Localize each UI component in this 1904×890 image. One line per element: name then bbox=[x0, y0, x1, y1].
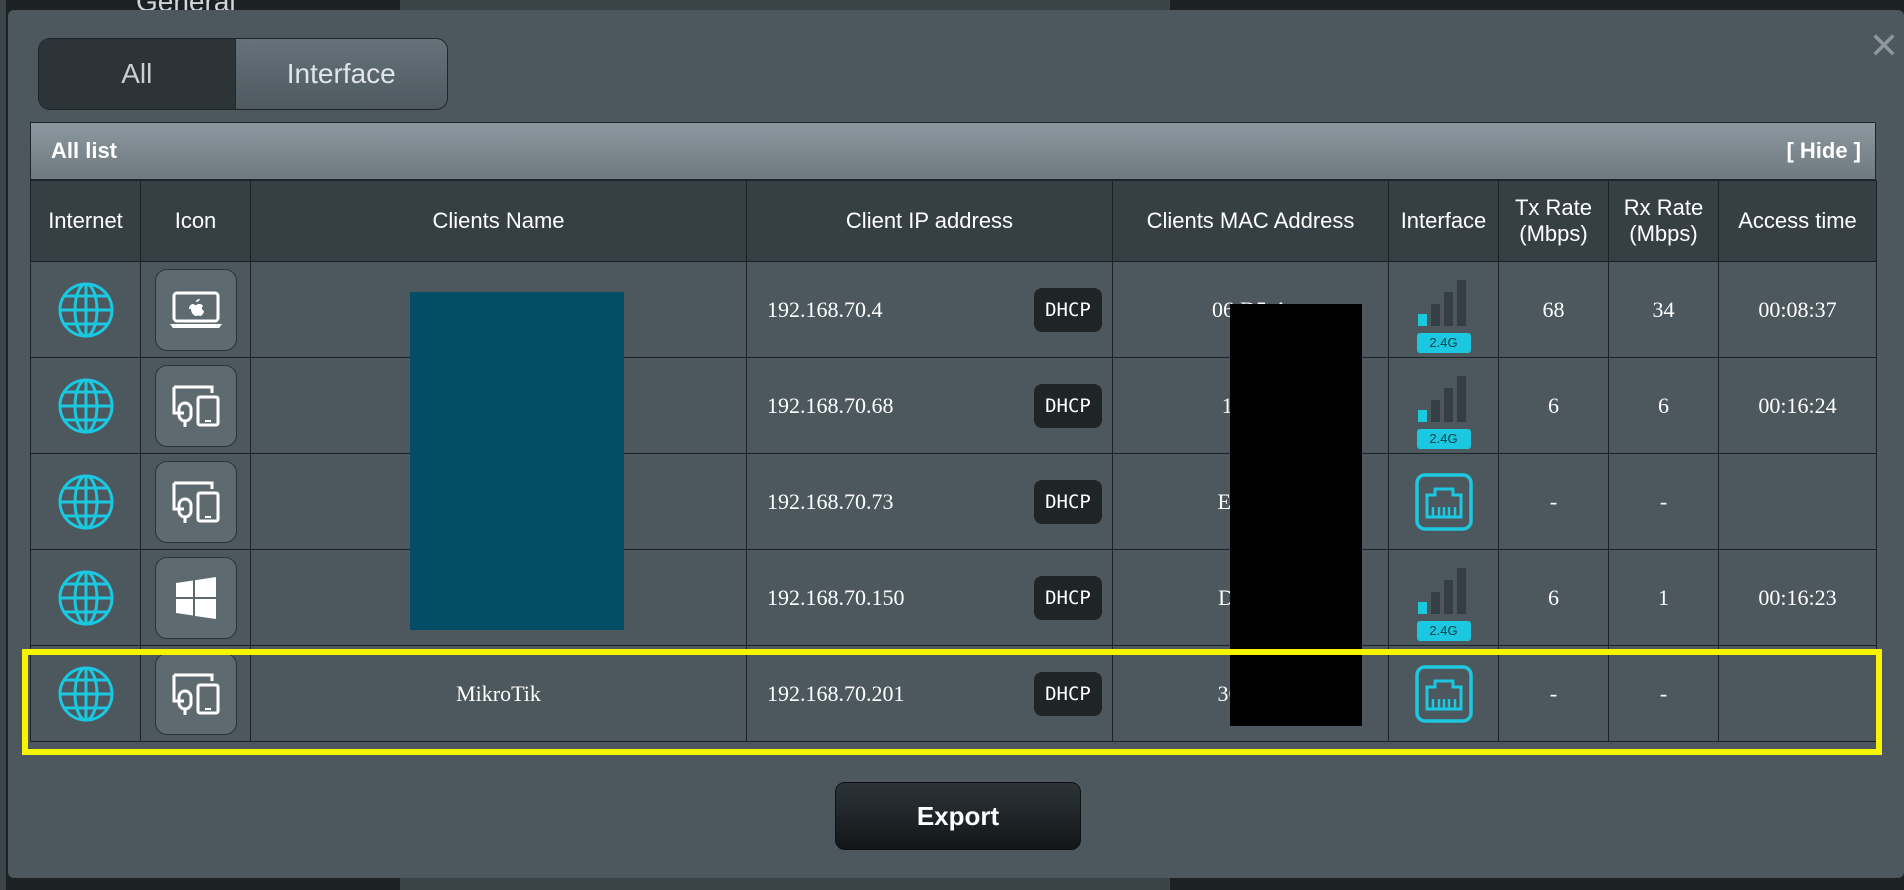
generic-device-icon[interactable] bbox=[154, 460, 237, 543]
interface-cell bbox=[1388, 453, 1499, 550]
interface-cell: 2.4G bbox=[1388, 549, 1499, 646]
list-title: All list bbox=[51, 138, 118, 163]
table-row[interactable]: 192.168.70.73DHCP EC:B5: - - bbox=[30, 453, 1877, 550]
column-header-access-time[interactable]: Access time bbox=[1718, 180, 1877, 262]
column-header-icon[interactable]: Icon bbox=[140, 180, 251, 262]
internet-cell bbox=[30, 645, 141, 742]
column-header-clients-name[interactable]: Clients Name bbox=[250, 180, 747, 262]
view-tabs: All Interface bbox=[38, 38, 448, 110]
table-header-row: Internet Icon Clients Name Client IP add… bbox=[30, 180, 1877, 262]
tx-rate-cell: - bbox=[1498, 645, 1609, 742]
client-ip-cell: 192.168.70.68 DHCP bbox=[746, 357, 1113, 454]
column-header-tx-rate[interactable]: Tx Rate (Mbps) bbox=[1498, 180, 1609, 262]
client-ip: 192.168.70.150 bbox=[767, 584, 905, 610]
interface-cell: 2.4G bbox=[1388, 261, 1499, 358]
tx-rate-cell: 6 bbox=[1498, 357, 1609, 454]
table-row[interactable]: 192.168.70.4DHCP 06:D5:A 2.4G 68 34 00:0… bbox=[30, 261, 1877, 358]
client-ip-cell: 192.168.70.201 DHCP bbox=[746, 645, 1113, 742]
background-panel-top bbox=[400, 0, 1170, 10]
background-panel-left bbox=[0, 0, 6, 890]
dhcp-badge: DHCP bbox=[1034, 479, 1102, 524]
globe-icon[interactable] bbox=[56, 376, 116, 436]
export-button[interactable]: Export bbox=[835, 782, 1081, 850]
column-header-client-ip[interactable]: Client IP address bbox=[746, 180, 1113, 262]
column-header-mac[interactable]: Clients MAC Address bbox=[1112, 180, 1389, 262]
internet-cell bbox=[30, 357, 141, 454]
client-ip: 192.168.70.73 bbox=[767, 488, 894, 514]
table-row[interactable]: 192.168.70.150DHCP DC:62: 2.4G 6 1 00:16… bbox=[30, 549, 1877, 646]
interface-cell: 2.4G bbox=[1388, 357, 1499, 454]
client-ip: 192.168.70.201 bbox=[767, 680, 905, 706]
ethernet-icon bbox=[1414, 472, 1473, 531]
interface-wifi: 2.4G bbox=[1389, 555, 1498, 641]
apple-laptop-icon[interactable] bbox=[154, 268, 237, 351]
interface-wifi: 2.4G bbox=[1389, 267, 1498, 353]
redacted-mac-addresses bbox=[1230, 304, 1362, 726]
icon-cell bbox=[140, 549, 251, 646]
client-ip: 192.168.70.4 bbox=[767, 296, 883, 322]
tx-rate-cell: - bbox=[1498, 453, 1609, 550]
rx-rate-cell: 1 bbox=[1608, 549, 1719, 646]
rx-rate-cell: 6 bbox=[1608, 357, 1719, 454]
wifi-signal-icon bbox=[1417, 567, 1466, 614]
rx-rate-cell: - bbox=[1608, 645, 1719, 742]
rx-rate-cell: 34 bbox=[1608, 261, 1719, 358]
client-ip-cell: 192.168.70.150 DHCP bbox=[746, 549, 1113, 646]
hide-button[interactable]: [ Hide ] bbox=[1786, 138, 1861, 164]
tx-rate-cell: 68 bbox=[1498, 261, 1609, 358]
list-header: All list [ Hide ] bbox=[30, 122, 1876, 180]
generic-device-icon[interactable] bbox=[154, 364, 237, 447]
generic-device-icon[interactable] bbox=[154, 652, 237, 735]
client-ip-cell: 192.168.70.73 DHCP bbox=[746, 453, 1113, 550]
windows-icon[interactable] bbox=[154, 556, 237, 639]
dhcp-badge: DHCP bbox=[1034, 575, 1102, 620]
column-header-interface[interactable]: Interface bbox=[1388, 180, 1499, 262]
clients-table: Internet Icon Clients Name Client IP add… bbox=[30, 180, 1877, 742]
column-header-internet[interactable]: Internet bbox=[30, 180, 141, 262]
wifi-signal-icon bbox=[1417, 279, 1466, 326]
icon-cell bbox=[140, 453, 251, 550]
internet-cell bbox=[30, 549, 141, 646]
close-icon[interactable]: ✕ bbox=[1864, 26, 1904, 66]
access-time-cell bbox=[1718, 645, 1877, 742]
access-time-cell: 00:16:23 bbox=[1718, 549, 1877, 646]
globe-icon[interactable] bbox=[56, 568, 116, 628]
background-panel-bottom bbox=[400, 878, 1170, 890]
icon-cell bbox=[140, 357, 251, 454]
rx-rate-label: Rx Rate bbox=[1623, 195, 1704, 220]
tx-rate-cell: 6 bbox=[1498, 549, 1609, 646]
internet-cell bbox=[30, 453, 141, 550]
access-time-cell bbox=[1718, 453, 1877, 550]
interface-cell bbox=[1388, 645, 1499, 742]
tab-interface[interactable]: Interface bbox=[234, 39, 447, 109]
icon-cell bbox=[140, 645, 251, 742]
interface-wifi: 2.4G bbox=[1389, 363, 1498, 449]
tab-all[interactable]: All bbox=[39, 39, 235, 109]
access-time-cell: 00:08:37 bbox=[1718, 261, 1877, 358]
client-name-cell[interactable]: MikroTik bbox=[250, 645, 747, 742]
globe-icon[interactable] bbox=[56, 664, 116, 724]
table-row[interactable]: 192.168.70.68DHCP 18:DE 2.4G 6 6 00:16:2… bbox=[30, 357, 1877, 454]
access-time-cell: 00:16:24 bbox=[1718, 357, 1877, 454]
table-row[interactable]: MikroTik 192.168.70.201DHCP 3C:EC: - - bbox=[30, 645, 1877, 742]
client-ip-cell: 192.168.70.4 DHCP bbox=[746, 261, 1113, 358]
dhcp-badge: DHCP bbox=[1034, 383, 1102, 428]
tx-rate-label: Tx Rate bbox=[1514, 195, 1593, 220]
icon-cell bbox=[140, 261, 251, 358]
dhcp-badge: DHCP bbox=[1034, 671, 1102, 716]
dhcp-badge: DHCP bbox=[1034, 287, 1102, 332]
tx-rate-unit: (Mbps) bbox=[1519, 221, 1588, 246]
rx-rate-unit: (Mbps) bbox=[1629, 221, 1698, 246]
globe-icon[interactable] bbox=[56, 280, 116, 340]
redacted-client-names bbox=[410, 292, 624, 630]
rx-rate-cell: - bbox=[1608, 453, 1719, 550]
column-header-rx-rate[interactable]: Rx Rate (Mbps) bbox=[1608, 180, 1719, 262]
globe-icon[interactable] bbox=[56, 472, 116, 532]
wifi-signal-icon bbox=[1417, 375, 1466, 422]
internet-cell bbox=[30, 261, 141, 358]
client-ip: 192.168.70.68 bbox=[767, 392, 894, 418]
ethernet-icon bbox=[1414, 664, 1473, 723]
